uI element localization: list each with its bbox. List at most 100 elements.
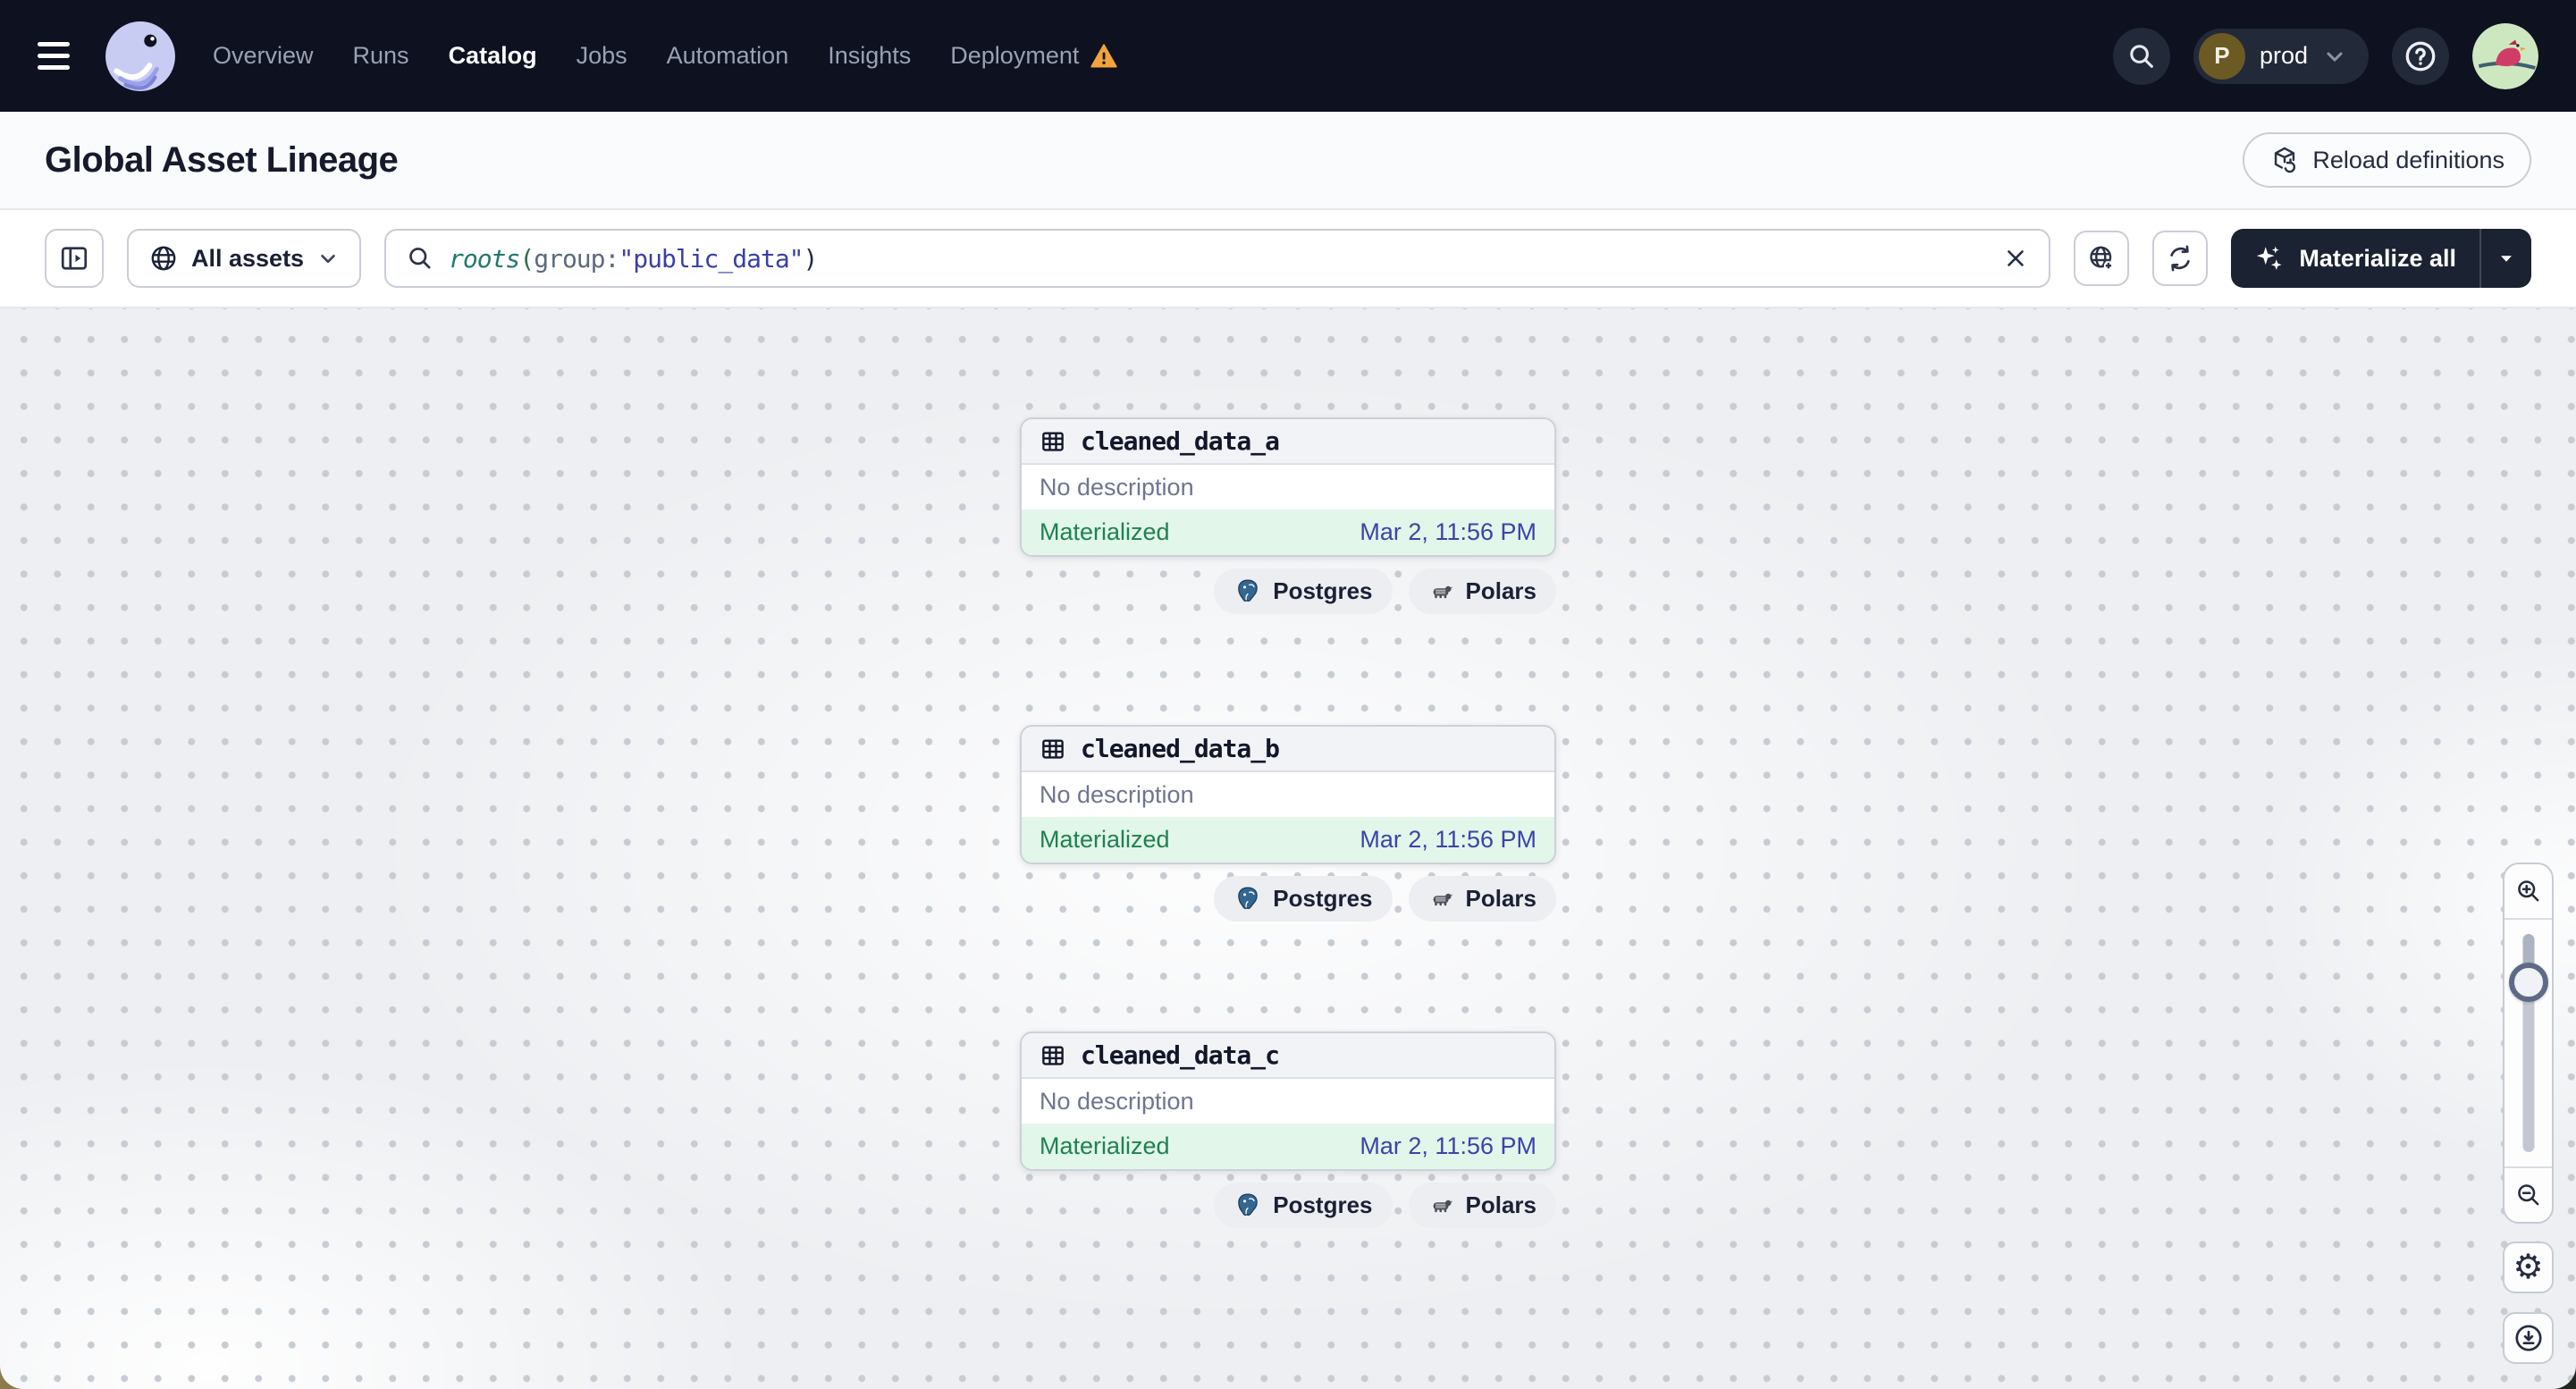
query-colon: :	[604, 243, 620, 274]
polars-icon	[1428, 886, 1455, 913]
workspace-label: prod	[2259, 42, 2308, 69]
asset-search-input[interactable]: roots(group:"public_data")	[384, 229, 2051, 288]
table-icon	[1040, 1042, 1066, 1069]
asset-card-header: cleaned_data_c	[1022, 1033, 1554, 1079]
zoom-slider-knob[interactable]	[2508, 963, 2548, 1002]
clear-search-icon[interactable]	[2002, 245, 2029, 272]
asset-scope-label: All assets	[191, 244, 305, 272]
asset-name: cleaned_data_b	[1081, 734, 1280, 763]
chevron-down-icon	[2322, 44, 2347, 69]
table-icon	[1040, 428, 1066, 455]
refresh-button[interactable]	[2152, 231, 2209, 286]
nav-item-automation[interactable]: Automation	[667, 42, 789, 70]
reload-definitions-button[interactable]: Reload definitions	[2243, 132, 2531, 188]
asset-card-body: No description	[1022, 772, 1554, 817]
zoom-panel	[2503, 863, 2554, 1224]
postgres-icon	[1233, 1191, 1262, 1220]
zoom-in-button[interactable]	[2504, 864, 2552, 920]
workspace-switcher[interactable]: P prod	[2193, 28, 2369, 84]
table-icon	[1040, 736, 1066, 762]
zoom-slider[interactable]	[2504, 920, 2552, 1166]
toggle-sidebar-button[interactable]	[45, 229, 104, 288]
nav-item-deployment[interactable]: Deployment	[950, 42, 1118, 71]
query-function: roots	[449, 243, 520, 274]
nav-item-overview[interactable]: Overview	[213, 42, 314, 70]
tag-polars[interactable]: Polars	[1408, 876, 1556, 922]
nav-item-jobs[interactable]: Jobs	[577, 42, 627, 70]
asset-node-cleaned-data-b[interactable]: cleaned_data_b No description Materializ…	[1020, 725, 1556, 864]
global-search-button[interactable]	[2112, 27, 2170, 85]
search-query-text: roots(group:"public_data")	[449, 243, 819, 274]
tag-label: Polars	[1465, 885, 1537, 912]
zoom-out-button[interactable]	[2504, 1166, 2552, 1222]
reload-definitions-label: Reload definitions	[2312, 146, 2504, 173]
sparkles-icon	[2254, 243, 2285, 274]
tag-label: Postgres	[1273, 577, 1373, 604]
search-icon	[406, 244, 434, 273]
asset-node-cleaned-data-a[interactable]: cleaned_data_a No description Materializ…	[1020, 417, 1556, 557]
postgres-icon	[1233, 577, 1262, 606]
query-value: "public_data"	[619, 243, 804, 274]
asset-card-body: No description	[1022, 1079, 1554, 1124]
nav-item-runs[interactable]: Runs	[353, 42, 409, 70]
materialize-all-main[interactable]: Materialize all	[2231, 229, 2479, 288]
workspace-avatar: P	[2198, 32, 2245, 80]
dagster-logo-icon[interactable]	[104, 20, 177, 93]
postgres-icon	[1233, 885, 1262, 913]
tag-postgres[interactable]: Postgres	[1214, 876, 1393, 922]
globe-icon	[148, 243, 179, 274]
asset-card-body: No description	[1022, 465, 1554, 509]
tag-postgres[interactable]: Postgres	[1214, 1183, 1393, 1228]
warning-icon	[1090, 42, 1118, 71]
tag-label: Polars	[1465, 1191, 1537, 1218]
asset-timestamp[interactable]: Mar 2, 11:56 PM	[1360, 1132, 1536, 1160]
tag-label: Postgres	[1273, 885, 1373, 912]
asset-scope-dropdown[interactable]: All assets	[127, 229, 362, 288]
tag-polars[interactable]: Polars	[1408, 1183, 1556, 1228]
asset-tags-row: Postgres Polars	[1214, 568, 1556, 614]
nav-right: P prod	[2112, 22, 2538, 89]
asset-card-header: cleaned_data_a	[1022, 419, 1554, 465]
nav-item-insights[interactable]: Insights	[828, 42, 911, 70]
download-image-button[interactable]	[2503, 1312, 2554, 1364]
asset-card-footer: Materialized Mar 2, 11:56 PM	[1022, 817, 1554, 863]
asset-timestamp[interactable]: Mar 2, 11:56 PM	[1360, 518, 1536, 546]
graph-settings-button[interactable]: ⚙	[2503, 1242, 2554, 1293]
materialize-all-button[interactable]: Materialize all	[2231, 229, 2531, 288]
asset-tags-row: Postgres Polars	[1214, 876, 1556, 922]
asset-status: Materialized	[1040, 1132, 1170, 1159]
tag-postgres[interactable]: Postgres	[1214, 568, 1393, 614]
asset-description: No description	[1040, 1087, 1194, 1115]
asset-card-footer: Materialized Mar 2, 11:56 PM	[1022, 509, 1554, 555]
query-close-paren: )	[803, 243, 819, 274]
materialize-all-label: Materialize all	[2299, 244, 2456, 272]
nav-item-deployment-label: Deployment	[950, 42, 1080, 69]
asset-card-header: cleaned_data_b	[1022, 727, 1554, 772]
dagster-app: Overview Runs Catalog Jobs Automation In…	[0, 0, 2576, 1389]
view-graph-options-button[interactable]	[2074, 231, 2130, 286]
nav-items: Overview Runs Catalog Jobs Automation In…	[213, 42, 1118, 71]
asset-node-cleaned-data-c[interactable]: cleaned_data_c No description Materializ…	[1020, 1031, 1556, 1171]
tag-polars[interactable]: Polars	[1408, 568, 1556, 614]
help-button[interactable]	[2392, 27, 2449, 85]
canvas-background: cleaned_data_a No description Materializ…	[0, 308, 2576, 1389]
download-icon	[2513, 1322, 2545, 1354]
query-open-paren: (	[519, 243, 535, 274]
asset-name: cleaned_data_a	[1081, 426, 1280, 456]
lineage-canvas[interactable]: cleaned_data_a No description Materializ…	[0, 308, 2576, 1389]
user-avatar[interactable]	[2472, 22, 2538, 89]
asset-description: No description	[1040, 780, 1194, 808]
asset-timestamp[interactable]: Mar 2, 11:56 PM	[1360, 826, 1536, 854]
lineage-toolbar: All assets roots(group:"public_data") Ma…	[0, 210, 2576, 308]
asset-card-footer: Materialized Mar 2, 11:56 PM	[1022, 1124, 1554, 1169]
reload-cube-icon	[2269, 145, 2300, 175]
asset-description: No description	[1040, 473, 1194, 501]
query-key: group	[534, 243, 605, 274]
asset-status: Materialized	[1040, 518, 1170, 545]
materialize-dropdown-button[interactable]	[2481, 229, 2531, 288]
tag-label: Postgres	[1273, 1191, 1373, 1218]
help-icon	[2402, 38, 2439, 75]
page-title: Global Asset Lineage	[45, 139, 399, 180]
hamburger-menu-icon[interactable]	[38, 42, 79, 70]
nav-item-catalog[interactable]: Catalog	[449, 42, 537, 70]
